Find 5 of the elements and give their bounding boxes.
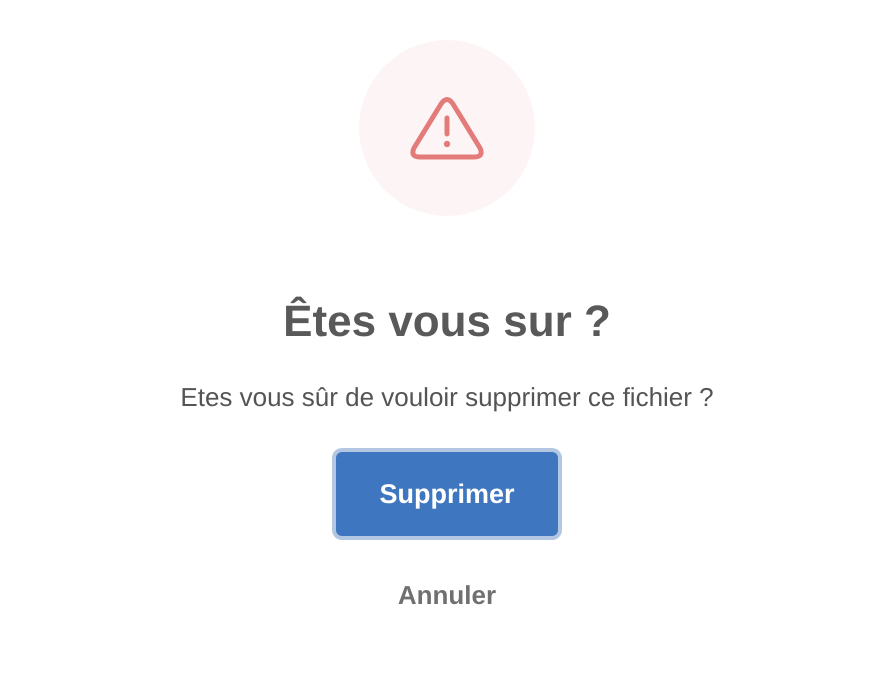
- dialog-message: Etes vous sûr de vouloir supprimer ce fichier ?: [180, 381, 714, 414]
- warning-icon: [410, 96, 484, 160]
- delete-button[interactable]: Supprimer: [336, 452, 558, 536]
- dialog-title: Êtes vous sur ?: [283, 296, 611, 348]
- cancel-button[interactable]: Annuler: [398, 580, 496, 611]
